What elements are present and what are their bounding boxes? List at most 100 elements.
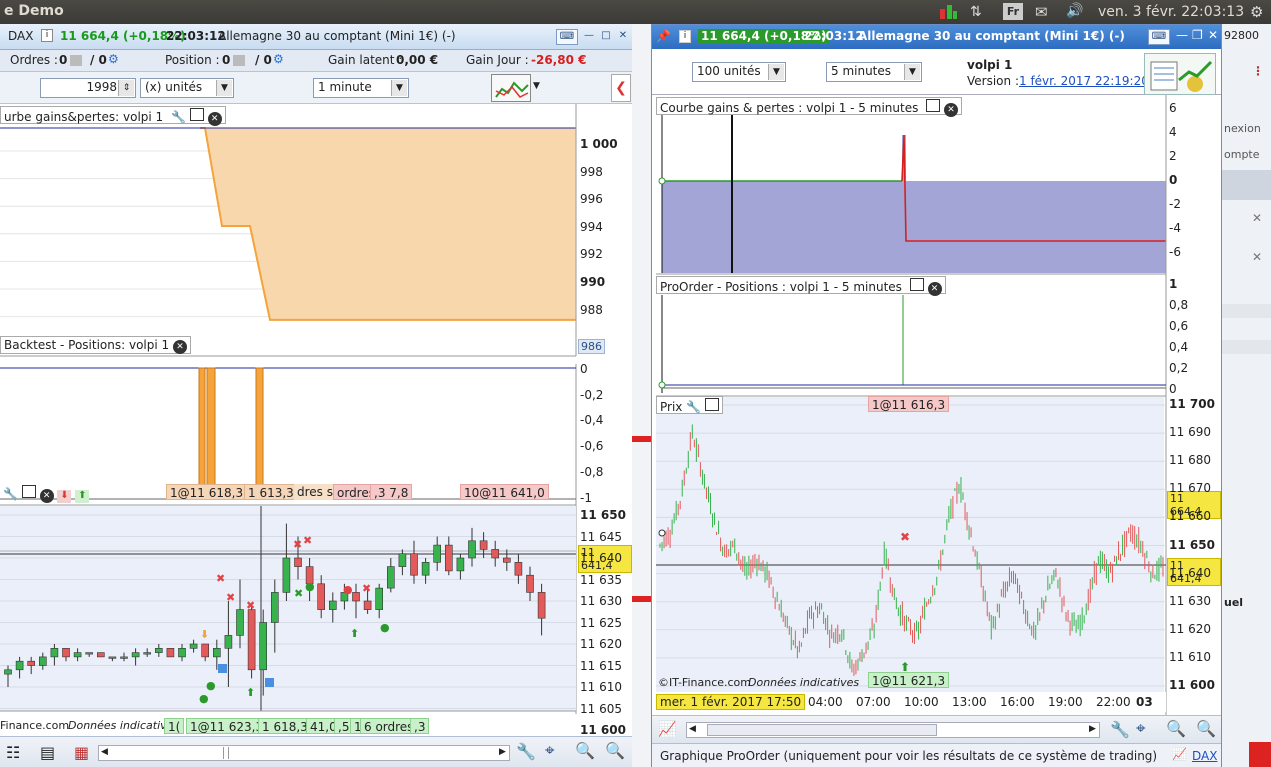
table-icon[interactable]: ▦ — [74, 743, 89, 762]
right-x-axis: mer. 1 févr. 2017 17:50 04:00 07:00 10:00 1… — [652, 692, 1166, 712]
svg-text:⬆: ⬆ — [350, 627, 359, 640]
window-icon[interactable] — [189, 108, 204, 121]
orders-settings-icon[interactable]: ⚙ — [108, 52, 119, 66]
buy-arrow-icon[interactable]: ⬆ — [75, 490, 90, 503]
zoom-out-icon[interactable]: 🔍 — [575, 741, 595, 760]
close-icon[interactable]: ✕ — [1252, 211, 1262, 225]
price-y-tick: 11 605 — [580, 701, 622, 716]
candle-body — [398, 553, 407, 567]
maximize-icon[interactable]: ❐ — [1192, 28, 1203, 42]
close-panel-icon[interactable]: ✕ — [927, 282, 942, 296]
equity-panel-label: urbe gains&pertes: volpi 1 🔧 ✕ — [0, 106, 226, 126]
scroll-left-icon[interactable]: ◀ — [101, 747, 108, 757]
chart-type-icon[interactable]: 📈 — [658, 720, 677, 738]
chevron-down-icon[interactable]: ▼ — [768, 64, 784, 80]
price-panel-label: Prix 🔧 — [656, 396, 724, 414]
timeframe-select[interactable]: 1 minute ▼ — [313, 78, 409, 98]
power-icon[interactable]: ⚙ — [1250, 3, 1263, 21]
chevron-down-icon[interactable]: ▼ — [904, 64, 920, 80]
scroll-right-icon[interactable]: ▶ — [1089, 724, 1096, 734]
close-panel-icon[interactable]: ✕ — [207, 112, 222, 126]
info-icon[interactable]: i — [41, 29, 53, 42]
system-clock[interactable]: ven. 3 févr. 22:03:13 — [1098, 4, 1244, 20]
scroll-thumb[interactable] — [707, 724, 937, 736]
zoom-fit-icon[interactable]: ⌖ — [1136, 719, 1146, 739]
price-panel-toolbar: 🔧 ✕ ⬇ ⬆ — [0, 484, 92, 503]
sell-arrow-icon[interactable]: ⬇ — [57, 490, 72, 503]
info-icon[interactable]: i — [679, 30, 691, 43]
minimize-icon[interactable]: — — [1176, 28, 1188, 42]
timeframe-select[interactable]: 5 minutes ▼ — [826, 62, 922, 82]
wrench-icon[interactable]: 🔧 — [171, 110, 186, 124]
mail-icon[interactable]: ✉ — [1035, 3, 1048, 21]
candle-body — [491, 549, 500, 559]
keyboard-icon[interactable]: ⌨ — [556, 29, 578, 45]
proorder-report-icon[interactable] — [1144, 53, 1216, 95]
indicator-settings-icon[interactable]: ☷ — [6, 743, 20, 762]
zoom-fit-icon[interactable]: ⌖ — [545, 741, 555, 761]
minimize-icon[interactable]: — — [580, 29, 598, 45]
orders-cancel-icon[interactable] — [70, 55, 82, 66]
close-icon[interactable]: ✕ — [1208, 28, 1218, 42]
indicator-chart-icon[interactable] — [491, 74, 531, 102]
keyboard-icon[interactable]: ⌨ — [1148, 29, 1170, 45]
unit-value: (x) unités — [145, 80, 203, 94]
connexion-link[interactable]: nexion — [1224, 122, 1261, 135]
positions-y-tick: 0,2 — [1169, 361, 1189, 375]
chart-scrollbar[interactable]: ◀ ▶ — [686, 722, 1100, 738]
network-arrows-icon[interactable]: ⇅ — [970, 4, 982, 20]
window-icon[interactable] — [926, 99, 941, 112]
scroll-left-icon[interactable]: ◀ — [689, 724, 696, 734]
unit-select[interactable]: (x) unités ▼ — [140, 78, 234, 98]
side-panel-toggle-icon[interactable]: ❮ — [611, 74, 631, 102]
x-tick: 03 — [1136, 695, 1153, 709]
left-bottom-toolbar: ☷ ▤ ▦ ◀ ▶ 🔧 ⌖ 🔍 🔍 — [0, 736, 632, 767]
price-y-tick: 11 650 — [1169, 537, 1215, 552]
chevron-down-icon[interactable]: ▼ — [391, 80, 407, 96]
quantity-stepper-icon[interactable]: ⇕ — [118, 80, 134, 96]
version-link[interactable]: 1 févr. 2017 22:19:20 — [1019, 74, 1149, 88]
svg-text:●: ● — [343, 583, 353, 596]
x-tick: 19:00 — [1048, 695, 1083, 709]
tools-icon[interactable]: 🔧 — [516, 742, 536, 761]
positions-panel-label: ProOrder - Positions : volpi 1 - 5 minut… — [656, 276, 946, 296]
svg-text:✖: ✖ — [900, 530, 910, 544]
maximize-icon[interactable]: □ — [597, 29, 615, 45]
position-settings-icon[interactable]: ⚙ — [273, 52, 284, 66]
instrument-link[interactable]: DAX — [1192, 749, 1217, 763]
stocks-icon[interactable] — [938, 3, 958, 21]
chart-scrollbar[interactable]: ◀ ▶ — [98, 745, 510, 761]
zoom-out-icon[interactable]: 🔍 — [1166, 719, 1186, 738]
wrench-icon[interactable]: 🔧 — [686, 400, 701, 414]
close-icon[interactable]: ✕ — [1252, 250, 1262, 264]
window-icon[interactable] — [705, 398, 720, 411]
chevron-down-icon[interactable]: ▼ — [216, 80, 232, 96]
wrench-icon[interactable]: 🔧 — [3, 487, 18, 501]
svg-text:✖: ✖ — [216, 572, 225, 585]
window-icon[interactable] — [21, 485, 36, 498]
more-icon[interactable]: ⋮ — [1252, 64, 1264, 78]
left-y-axes: 986 11 641,4 1 000 998 996 994 992 990 988 0 -0,… — [578, 104, 632, 737]
zoom-in-icon[interactable]: 🔍 — [605, 741, 625, 760]
zoom-in-icon[interactable]: 🔍 — [1196, 719, 1216, 738]
scroll-right-icon[interactable]: ▶ — [499, 747, 506, 757]
right-y-axes: 11 664,4 11 641,4 6 4 2 0 -2 -4 -6 1 0,8 0,6 0,4 0,… — [1167, 95, 1221, 715]
chart-link-icon[interactable]: 📈 — [1172, 747, 1187, 761]
compte-link[interactable]: ompte — [1224, 148, 1260, 161]
close-icon[interactable]: ✕ — [614, 29, 632, 45]
window-icon[interactable] — [909, 278, 924, 291]
scroll-thumb[interactable] — [223, 747, 229, 759]
candle-body — [259, 622, 268, 671]
close-panel-icon[interactable]: ✕ — [943, 103, 958, 117]
list-icon[interactable]: ▤ — [40, 743, 55, 762]
volume-icon[interactable]: 🔊 — [1066, 3, 1083, 19]
close-panel-icon[interactable]: ✕ — [172, 340, 187, 354]
quantity-select[interactable]: 100 unités ▼ — [692, 62, 786, 82]
close-panel-icon[interactable]: ✕ — [39, 489, 54, 503]
quantity-input[interactable]: 1998 ⇕ — [40, 78, 136, 98]
position-cancel-icon[interactable] — [233, 55, 245, 66]
pin-icon[interactable]: 📌 — [656, 29, 671, 43]
language-indicator[interactable]: Fr — [1003, 3, 1023, 20]
chevron-down-icon[interactable]: ▼ — [533, 81, 540, 91]
tools-icon[interactable]: 🔧 — [1110, 720, 1130, 739]
